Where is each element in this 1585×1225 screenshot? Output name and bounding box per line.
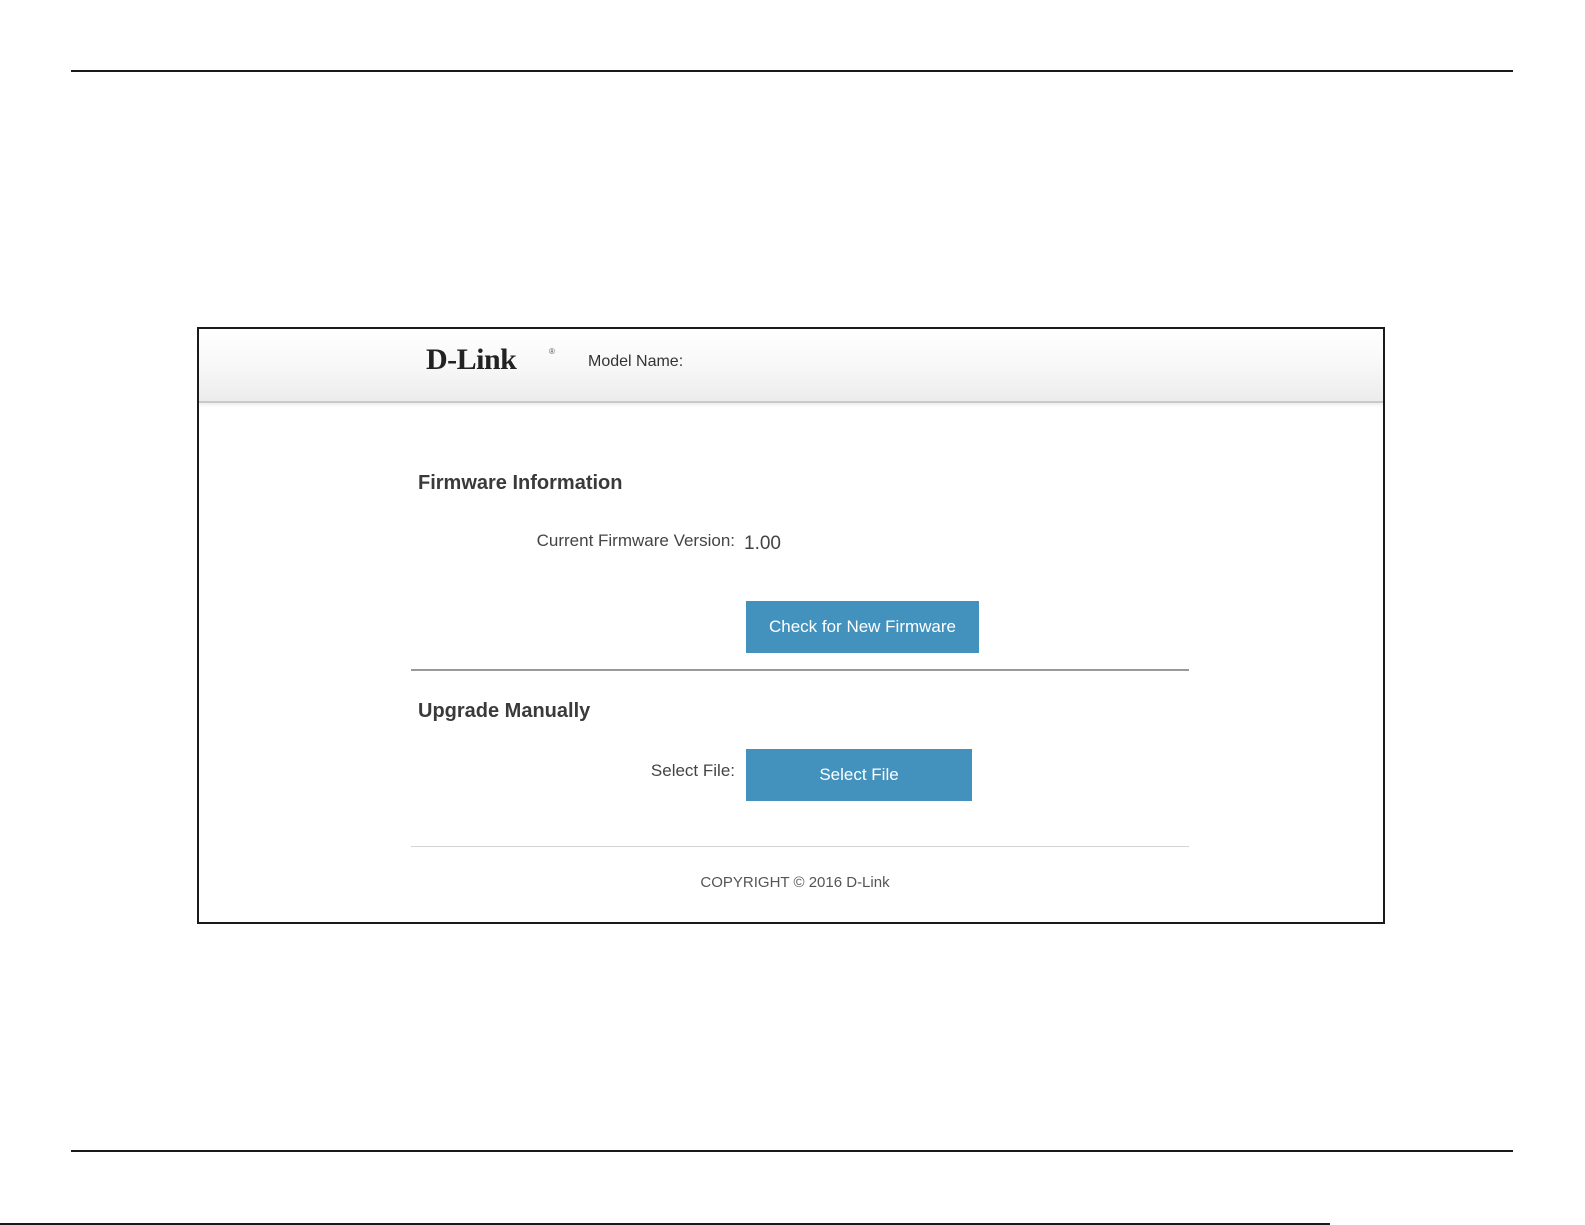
footer-divider: [411, 846, 1189, 847]
copyright-text: COPYRIGHT © 2016 D-Link: [199, 874, 1383, 891]
model-name-label: Model Name:: [588, 353, 684, 370]
current-firmware-version-label: Current Firmware Version:: [536, 531, 735, 550]
select-file-button[interactable]: Select File: [746, 749, 972, 801]
upgrade-manually-title: Upgrade Manually: [418, 700, 591, 722]
section-divider: [411, 669, 1189, 671]
current-firmware-version-value: 1.00: [744, 533, 781, 554]
page-top-rule: [71, 70, 1513, 72]
router-admin-screenshot: D-Link ® Model Name: Firmware Informatio…: [197, 327, 1385, 924]
dlink-logo: D-Link: [426, 343, 517, 376]
firmware-information-title: Firmware Information: [418, 472, 623, 494]
select-file-label: Select File:: [650, 761, 735, 780]
registered-mark: ®: [549, 347, 555, 356]
check-new-firmware-button[interactable]: Check for New Firmware: [746, 601, 979, 653]
copyright-label: COPYRIGHT © 2016 D-Link: [700, 874, 890, 891]
page-bottom-rule: [71, 1150, 1513, 1152]
router-header: D-Link ® Model Name:: [199, 329, 1383, 403]
